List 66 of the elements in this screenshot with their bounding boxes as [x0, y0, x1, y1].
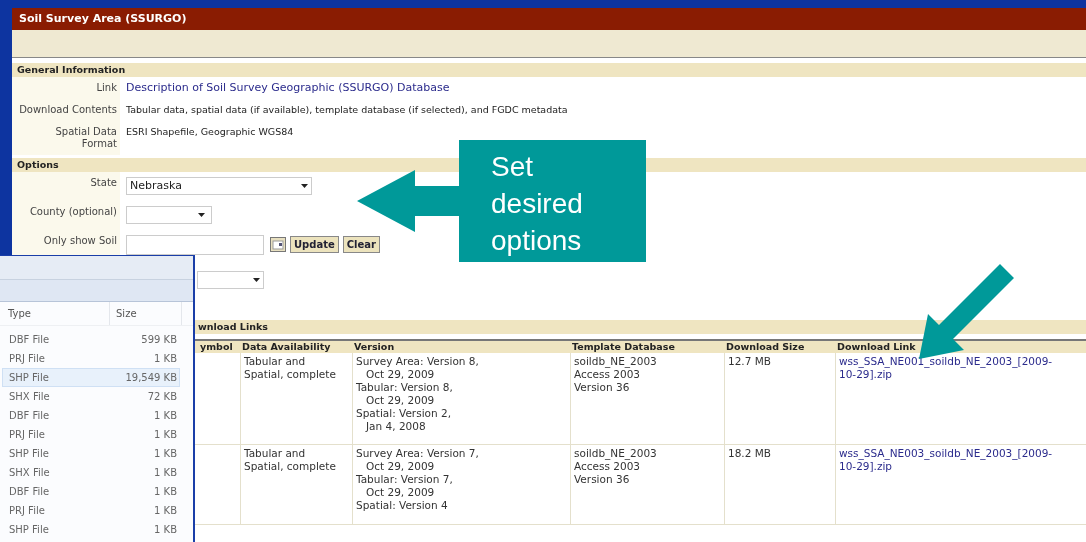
- section-heading: General Information: [12, 63, 1086, 77]
- version-label: Spatial: Version 4: [356, 499, 449, 512]
- version-label: Tabular: Version 7,: [356, 473, 454, 486]
- field-label: County (optional): [29, 206, 117, 219]
- table-cell-text: Version 36: [574, 473, 631, 486]
- table-cell: 18.2 MB: [728, 447, 771, 459]
- column-header: Template Database: [572, 341, 675, 353]
- column-header: ymbol: [200, 341, 233, 353]
- action-button[interactable]: Update: [290, 236, 339, 253]
- file-row[interactable]: SHX File 72 KB: [2, 387, 180, 406]
- file-row[interactable]: PRJ File 1 KB: [2, 425, 180, 444]
- file-row[interactable]: SHX File 1 KB: [2, 463, 180, 482]
- version-label: Survey Area: Version 7,: [356, 447, 480, 460]
- arrow-icon: [357, 170, 460, 232]
- dropdown-arrow-icon: [198, 213, 205, 217]
- column-header: Download Link: [837, 341, 916, 353]
- state-dropdown[interactable]: Nebraska: [126, 177, 312, 195]
- table-cell-text: soildb_NE_2003: [574, 447, 658, 460]
- table-cell-text: Access 2003: [574, 460, 641, 473]
- version-date: Oct 29, 2009: [365, 368, 436, 381]
- download-link[interactable]: wss_SSA_NE001_soildb_NE_2003_[2009-10-29].zip: [839, 355, 1054, 381]
- field-label: Link: [96, 82, 117, 94]
- table-cell-text: Version 36: [574, 381, 631, 394]
- window-title: Soil Survey Area (SSURGO): [12, 8, 1086, 30]
- version-date: Oct 29, 2009: [365, 486, 436, 499]
- table-cell-text: soildb_NE_2003: [574, 355, 658, 368]
- download-link[interactable]: wss_SSA_NE003_soildb_NE_2003_[2009-10-29].zip: [839, 447, 1054, 473]
- column-header: Data Availability: [242, 341, 331, 353]
- file-row[interactable]: PRJ File 1 KB: [2, 349, 180, 368]
- version-label: Tabular: Version 8,: [356, 381, 454, 394]
- column-header: Version: [354, 341, 395, 353]
- section-heading: wnload Links: [198, 319, 268, 334]
- callout-box: Set desired options: [459, 140, 646, 262]
- version-date: Oct 29, 2009: [365, 460, 436, 473]
- county-dropdown[interactable]: [126, 206, 212, 224]
- version-label: Survey Area: Version 8,: [356, 355, 480, 368]
- table-cell-text: Tabular and Spatial, complete: [244, 447, 337, 473]
- column-header[interactable]: Size: [116, 306, 137, 321]
- dropdown[interactable]: [197, 271, 264, 289]
- file-row[interactable]: PRJ File 1 KB: [2, 501, 180, 520]
- table-cell-text: Access 2003: [574, 368, 641, 381]
- field-value: ESRI Shapefile, Geographic WGS84: [126, 126, 294, 138]
- text-field[interactable]: [126, 235, 264, 255]
- dropdown-arrow-icon: [253, 278, 260, 282]
- version-date: Jan 4, 2008: [364, 420, 427, 433]
- file-row[interactable]: DBF File 1 KB: [2, 482, 180, 501]
- file-row[interactable]: DBF File 599 KB: [2, 330, 180, 349]
- column-header[interactable]: Type: [8, 306, 31, 321]
- dropdown-arrow-icon: [301, 184, 308, 188]
- file-row[interactable]: SHP File 1 KB: [2, 444, 180, 463]
- version-date: Oct 29, 2009: [365, 394, 436, 407]
- table-cell: 12.7 MB: [728, 355, 771, 367]
- field-label: Only show Soil: [43, 235, 117, 248]
- file-row[interactable]: SHP File 19,549 KB: [2, 368, 180, 387]
- field-label: Spatial Data Format: [54, 126, 117, 150]
- field-label: State: [90, 177, 117, 190]
- field-label: Download Contents: [19, 104, 117, 116]
- file-row[interactable]: SHP File 1 KB: [2, 520, 180, 539]
- column-header: Download Size: [726, 341, 805, 353]
- version-label: Spatial: Version 2,: [356, 407, 452, 420]
- table-cell-text: Tabular and Spatial, complete: [244, 355, 337, 381]
- action-button[interactable]: Clear: [342, 236, 380, 253]
- field-value: Tabular data, spatial data (if available), template database (if selected), and FGDC metadata: [126, 104, 568, 116]
- calendar-icon[interactable]: [270, 237, 286, 252]
- file-row[interactable]: DBF File 1 KB: [2, 406, 180, 425]
- link[interactable]: Description of Soil Survey Geographic (SSURGO) Database: [126, 82, 450, 94]
